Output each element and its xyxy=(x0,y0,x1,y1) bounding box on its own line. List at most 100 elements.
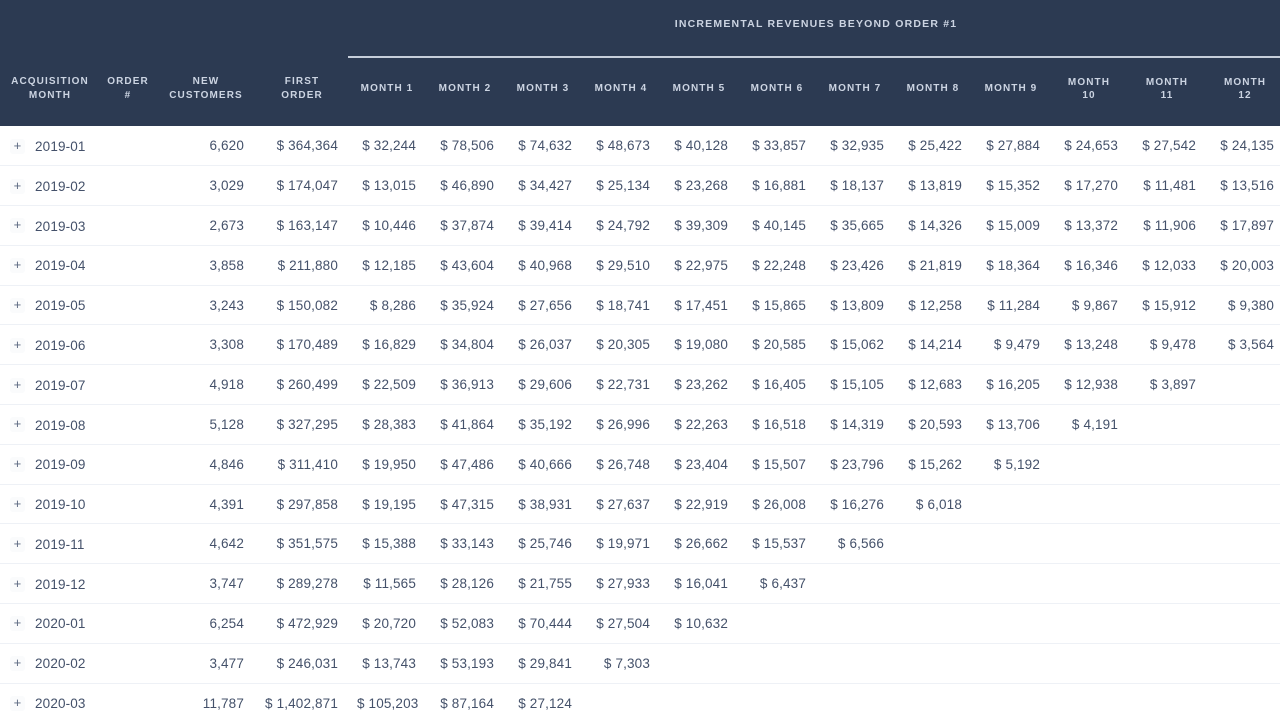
acquisition-month-label: 2019-04 xyxy=(35,258,86,274)
cell-month-12 xyxy=(1206,643,1280,683)
cell-first-order: $ 289,278 xyxy=(276,576,338,592)
cell-first-order: $ 311,410 xyxy=(277,456,338,472)
cell-month-8 xyxy=(894,683,972,720)
cell-month-9: $ 27,884 xyxy=(986,138,1040,154)
table-row[interactable]: +2019-08 5,128 $ 327,295 $ 28,383 $ 41,864 $ … xyxy=(0,404,1280,445)
table-header: INCREMENTAL REVENUES BEYOND ORDER #1 ACQ… xyxy=(0,0,1280,126)
cell-first-order: $ 364,364 xyxy=(276,138,338,154)
cell-first-order: $ 297,858 xyxy=(276,496,338,512)
cell-month-9: $ 13,706 xyxy=(986,416,1040,432)
cell-month-4: $ 24,792 xyxy=(596,217,650,233)
cell-order-number xyxy=(100,126,156,166)
cell-first-order: $ 163,147 xyxy=(276,217,338,233)
column-header-label: MONTH 9 xyxy=(984,83,1038,95)
column-header-label: MONTH 3 xyxy=(516,83,570,95)
table-row[interactable]: +2019-01 6,620 $ 364,364 $ 32,244 $ 78,506 $ … xyxy=(0,126,1280,166)
column-header-month_5[interactable]: MONTH 5 xyxy=(660,57,738,126)
cell-month-4: $ 25,134 xyxy=(596,178,650,194)
cell-month-11: $ 15,912 xyxy=(1142,297,1196,313)
cell-month-6: $ 22,248 xyxy=(752,257,806,273)
expand-row-icon[interactable]: + xyxy=(10,656,25,672)
expand-row-icon[interactable]: + xyxy=(10,576,25,592)
column-header-acquisition_month[interactable]: ACQUISITION MONTH xyxy=(0,57,100,126)
cell-month-7: $ 32,935 xyxy=(830,138,884,154)
expand-row-icon[interactable]: + xyxy=(10,616,25,632)
column-header-month_10[interactable]: MONTH 10 xyxy=(1050,57,1128,126)
column-header-label-secondary: 10 xyxy=(1082,90,1096,101)
cell-month-11: $ 11,906 xyxy=(1143,217,1196,233)
column-header-month_8[interactable]: MONTH 8 xyxy=(894,57,972,126)
cell-month-2: $ 87,164 xyxy=(440,695,494,711)
column-header-month_2[interactable]: MONTH 2 xyxy=(426,57,504,126)
cell-month-5: $ 10,632 xyxy=(674,615,728,631)
cell-month-10 xyxy=(1050,643,1128,683)
cell-month-10: $ 9,867 xyxy=(1071,297,1118,313)
table-group-header-row: INCREMENTAL REVENUES BEYOND ORDER #1 xyxy=(0,0,1280,58)
cell-month-3: $ 27,656 xyxy=(518,297,572,313)
cell-month-2: $ 47,315 xyxy=(440,496,494,512)
column-header-order_number[interactable]: ORDER # xyxy=(100,57,156,126)
column-header-month_6[interactable]: MONTH 6 xyxy=(738,57,816,126)
cell-month-7 xyxy=(816,643,894,683)
column-header-label-secondary: CUSTOMERS xyxy=(169,89,243,101)
column-header-month_4[interactable]: MONTH 4 xyxy=(582,57,660,126)
column-header-month_12[interactable]: MONTH 12 xyxy=(1206,57,1280,126)
table-row[interactable]: +2019-03 2,673 $ 163,147 $ 10,446 $ 37,874 $ … xyxy=(0,205,1280,246)
cell-month-5: $ 39,309 xyxy=(674,217,728,233)
cell-month-6: $ 33,857 xyxy=(752,138,806,154)
expand-row-icon[interactable]: + xyxy=(10,417,25,433)
column-header-month_11[interactable]: MONTH 11 xyxy=(1128,57,1206,126)
table-row[interactable]: +2019-09 4,846 $ 311,410 $ 19,950 $ 47,486 $ … xyxy=(0,444,1280,485)
expand-row-icon[interactable]: + xyxy=(10,696,25,712)
cell-month-8: $ 14,326 xyxy=(908,217,962,233)
cell-new-customers: 2,673 xyxy=(209,217,244,233)
cell-order-number xyxy=(100,604,156,644)
table-row[interactable]: +2020-02 3,477 $ 246,031 $ 13,743 $ 53,193 $ … xyxy=(0,643,1280,684)
table-row[interactable]: +2019-07 4,918 $ 260,499 $ 22,509 $ 36,913 $ … xyxy=(0,364,1280,405)
expand-row-icon[interactable]: + xyxy=(10,457,25,473)
column-header-month_7[interactable]: MONTH 7 xyxy=(816,57,894,126)
column-header-month_9[interactable]: MONTH 9 xyxy=(972,57,1050,126)
table-row[interactable]: +2019-12 3,747 $ 289,278 $ 11,565 $ 28,126 $ … xyxy=(0,563,1280,604)
cell-month-1: $ 16,829 xyxy=(362,337,416,353)
table-row[interactable]: +2020-03 11,787 $ 1,402,871 $ 105,203 $ 87,1… xyxy=(0,683,1280,720)
table-row[interactable]: +2020-01 6,254 $ 472,929 $ 20,720 $ 52,083 $ … xyxy=(0,603,1280,644)
cell-new-customers: 4,918 xyxy=(209,377,244,393)
table-row[interactable]: +2019-02 3,029 $ 174,047 $ 13,015 $ 46,890 $ … xyxy=(0,165,1280,206)
cell-month-4: $ 27,504 xyxy=(596,615,650,631)
expand-row-icon[interactable]: + xyxy=(10,377,25,393)
column-header-first_order[interactable]: FIRST ORDER xyxy=(256,57,348,126)
expand-row-icon[interactable]: + xyxy=(10,337,25,353)
cell-acquisition-month: +2019-04 xyxy=(0,245,100,285)
table-row[interactable]: +2019-04 3,858 $ 211,880 $ 12,185 $ 43,604 $ … xyxy=(0,245,1280,286)
column-header-new_customers[interactable]: NEW CUSTOMERS xyxy=(156,57,256,126)
cell-month-5 xyxy=(660,643,738,683)
expand-row-icon[interactable]: + xyxy=(10,497,25,513)
cell-month-5 xyxy=(660,683,738,720)
expand-row-icon[interactable]: + xyxy=(10,298,25,314)
cell-month-9 xyxy=(972,484,1050,524)
expand-row-icon[interactable]: + xyxy=(10,138,25,154)
cell-month-4: $ 26,996 xyxy=(596,416,650,432)
cell-month-8: $ 25,422 xyxy=(908,138,962,154)
table-row[interactable]: +2019-05 3,243 $ 150,082 $ 8,286 $ 35,924 $ 2… xyxy=(0,285,1280,325)
table-row[interactable]: +2019-06 3,308 $ 170,489 $ 16,829 $ 34,804 $ … xyxy=(0,324,1280,365)
cell-month-1: $ 105,203 xyxy=(357,695,419,711)
table-row[interactable]: +2019-11 4,642 $ 351,575 $ 15,388 $ 33,143 $ … xyxy=(0,523,1280,564)
cell-month-3: $ 74,632 xyxy=(518,138,572,154)
cell-month-8: $ 6,018 xyxy=(915,496,962,512)
cell-month-10: $ 16,346 xyxy=(1064,257,1118,273)
table-row[interactable]: +2019-10 4,391 $ 297,858 $ 19,195 $ 47,315 $ … xyxy=(0,484,1280,524)
cell-first-order: $ 351,575 xyxy=(276,536,338,552)
cell-month-7 xyxy=(816,564,894,604)
expand-row-icon[interactable]: + xyxy=(10,218,25,234)
expand-row-icon[interactable]: + xyxy=(10,178,25,194)
expand-row-icon[interactable]: + xyxy=(10,258,25,274)
expand-row-icon[interactable]: + xyxy=(10,536,25,552)
column-header-month_1[interactable]: MONTH 1 xyxy=(348,57,426,126)
cell-new-customers: 3,747 xyxy=(209,576,244,592)
column-header-month_3[interactable]: MONTH 3 xyxy=(504,57,582,126)
cell-month-12 xyxy=(1206,524,1280,564)
cell-month-11 xyxy=(1128,643,1206,683)
cell-month-11 xyxy=(1128,564,1206,604)
